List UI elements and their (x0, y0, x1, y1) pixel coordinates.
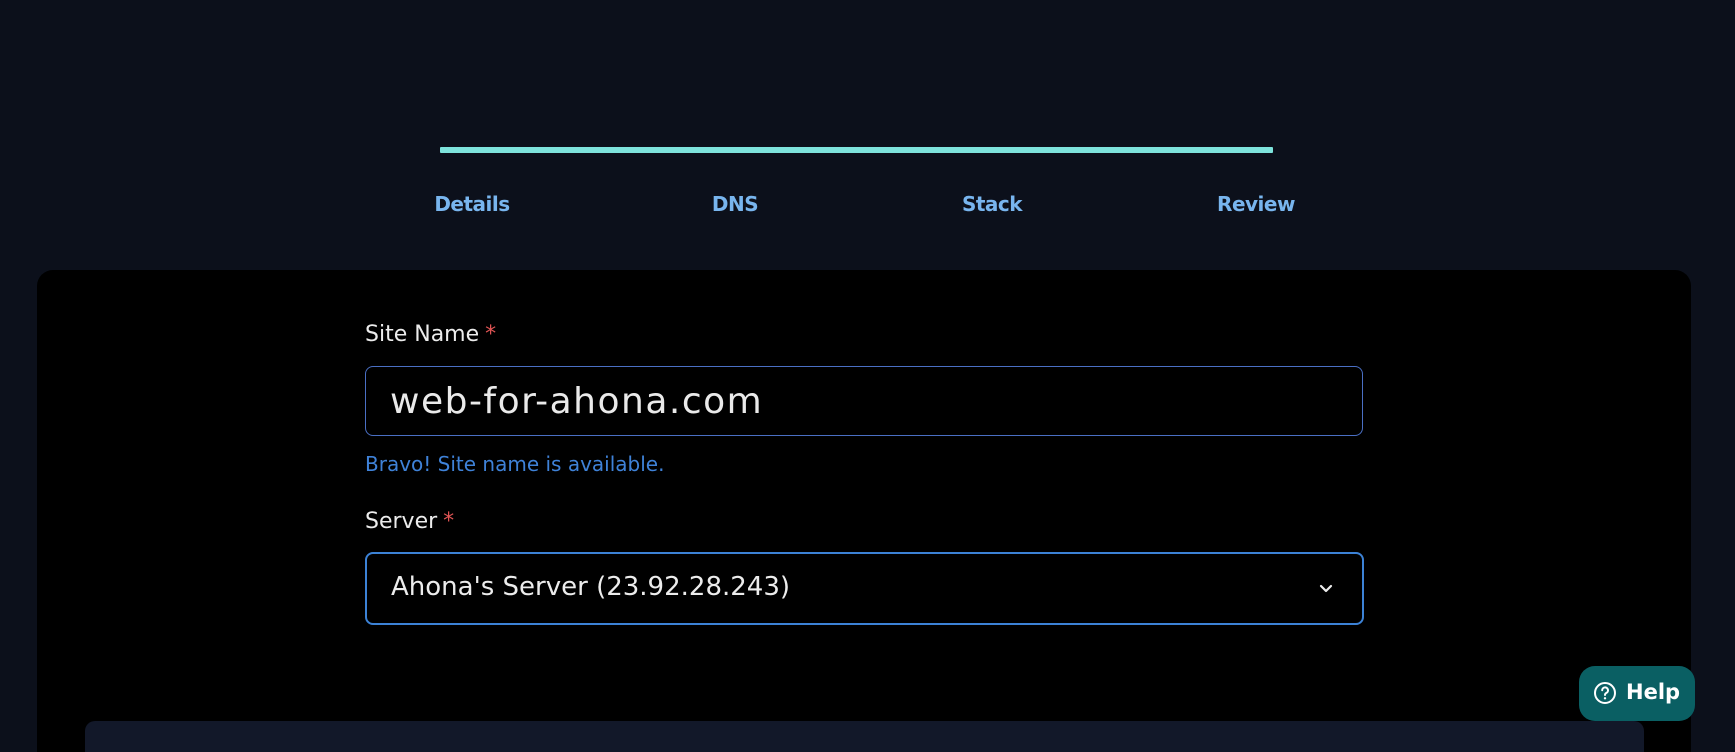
form-card (37, 270, 1691, 752)
server-label: Server * (365, 509, 454, 534)
step-review[interactable]: Review (1217, 192, 1295, 216)
availability-message: Bravo! Site name is available. (365, 452, 665, 476)
step-stack[interactable]: Stack (962, 192, 1023, 216)
bottom-panel (85, 721, 1644, 752)
required-mark: * (485, 322, 497, 347)
progress-bar (440, 147, 1273, 153)
chevron-down-icon (1319, 584, 1333, 593)
site-name-label-text: Site Name (365, 322, 480, 347)
step-details[interactable]: Details (434, 192, 510, 216)
help-button[interactable]: Help (1579, 666, 1695, 721)
stepper: Details DNS Stack Review (0, 192, 1735, 222)
server-selected-value: Ahona's Server (23.92.28.243) (391, 572, 791, 602)
step-dns[interactable]: DNS (712, 192, 759, 216)
required-mark: * (443, 509, 455, 534)
server-select[interactable]: Ahona's Server (23.92.28.243) (365, 552, 1364, 625)
site-name-field[interactable] (365, 366, 1363, 436)
help-label: Help (1626, 680, 1681, 704)
question-circle-icon (1594, 682, 1616, 704)
page: Details DNS Stack Review Site Name* Brav… (0, 0, 1735, 752)
site-name-label: Site Name * (365, 322, 496, 347)
server-label-text: Server (365, 509, 438, 534)
site-name-input[interactable] (366, 367, 1362, 435)
